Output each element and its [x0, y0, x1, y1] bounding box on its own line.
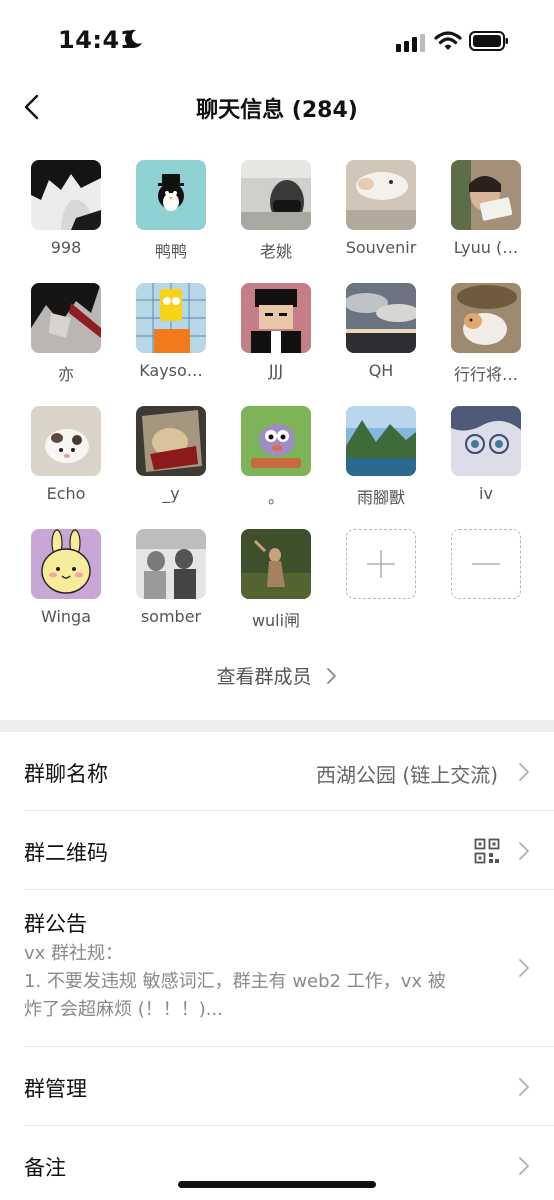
- group-notice-row[interactable]: 群公告 vx 群社规： 1. 不要发违规 敏感词汇，群主有 web2 工作，vx…: [0, 890, 554, 1046]
- avatar: [136, 529, 206, 599]
- chevron-right-icon: [519, 1157, 529, 1175]
- home-indicator: [178, 1181, 376, 1188]
- avatar: [241, 529, 311, 599]
- avatar: [241, 160, 311, 230]
- member-name: 行行将…: [453, 365, 518, 384]
- avatar: [451, 406, 521, 476]
- member-item[interactable]: 。: [234, 406, 318, 507]
- avatar: [346, 283, 416, 353]
- avatar: [346, 406, 416, 476]
- status-bar: 14:41: [0, 0, 554, 80]
- member-item[interactable]: wuli闸: [234, 529, 318, 630]
- avatar: [136, 160, 206, 230]
- view-members-label: 查看群成员: [216, 666, 312, 688]
- add-member-button[interactable]: [339, 529, 423, 629]
- group-notice-label: 群公告: [24, 912, 87, 936]
- chevron-right-icon: [519, 1078, 529, 1096]
- member-item[interactable]: iv: [444, 406, 528, 506]
- wifi-icon: [434, 31, 462, 50]
- member-name: Kayso…: [139, 361, 203, 380]
- group-name-value: 西湖公园 (链上交流): [316, 763, 498, 787]
- avatar: [241, 283, 311, 353]
- group-name-row[interactable]: 群聊名称 西湖公园 (链上交流): [0, 732, 554, 810]
- section-separator: [0, 720, 554, 732]
- member-item[interactable]: Kayso…: [129, 283, 213, 383]
- minus-icon: [472, 563, 500, 565]
- notice-line: 炸了会超麻烦 (！！！)...: [24, 999, 223, 1020]
- member-name: Lyuu (…: [453, 238, 519, 257]
- member-item[interactable]: 鸭鸭: [129, 160, 213, 261]
- avatar: [31, 406, 101, 476]
- member-name: 998: [50, 238, 82, 257]
- avatar: [136, 406, 206, 476]
- avatar: [31, 160, 101, 230]
- member-item[interactable]: Souvenir: [339, 160, 423, 260]
- chevron-right-icon: [519, 763, 529, 781]
- member-name: QH: [368, 361, 394, 380]
- chevron-right-icon: [519, 959, 529, 977]
- qr-code-icon: [474, 838, 500, 864]
- member-item[interactable]: 998: [24, 160, 108, 260]
- member-name: somber: [140, 607, 202, 626]
- member-item[interactable]: 行行将…: [444, 283, 528, 384]
- member-name: Echo: [46, 484, 86, 503]
- group-notice-content: vx 群社规： 1. 不要发违规 敏感词汇，群主有 web2 工作，vx 被 炸…: [24, 940, 494, 1024]
- qr-code-label: 群二维码: [24, 841, 108, 865]
- avatar: [241, 406, 311, 476]
- remark-label: 备注: [24, 1156, 66, 1180]
- member-name: Souvenir: [345, 238, 417, 257]
- notice-line: 1. 不要发违规 敏感词汇，群主有 web2 工作，vx 被: [24, 971, 446, 992]
- add-control[interactable]: [346, 529, 416, 599]
- member-name: 老姚: [259, 242, 292, 261]
- member-item[interactable]: JJJ: [234, 283, 318, 383]
- member-name: 亦: [57, 365, 74, 384]
- qr-code-row[interactable]: 群二维码: [0, 811, 554, 889]
- member-item[interactable]: 亦: [24, 283, 108, 384]
- member-name: Winga: [40, 607, 91, 626]
- group-manage-row[interactable]: 群管理: [0, 1047, 554, 1125]
- remark-row[interactable]: 备注: [0, 1126, 554, 1200]
- avatar: [31, 529, 101, 599]
- member-item[interactable]: 老姚: [234, 160, 318, 261]
- member-item[interactable]: Lyuu (…: [444, 160, 528, 260]
- member-name: wuli闸: [251, 611, 301, 630]
- avatar: [451, 283, 521, 353]
- member-item[interactable]: QH: [339, 283, 423, 383]
- member-item[interactable]: Echo: [24, 406, 108, 506]
- page-title: 聊天信息 (284): [196, 98, 358, 123]
- group-name-label: 群聊名称: [24, 762, 108, 786]
- member-name: _y: [162, 484, 180, 503]
- nav-bar: 聊天信息 (284): [0, 80, 554, 136]
- member-item[interactable]: _y: [129, 406, 213, 506]
- chevron-right-icon: [519, 842, 529, 860]
- member-name: iv: [479, 484, 493, 503]
- remove-control[interactable]: [451, 529, 521, 599]
- member-grid: 998 鸭鸭 老姚 Souvenir Lyuu (… 亦 Kayso… JJJ …: [0, 160, 554, 700]
- avatar: [31, 283, 101, 353]
- member-name: 雨腳獸: [356, 488, 405, 507]
- member-item[interactable]: Winga: [24, 529, 108, 629]
- member-name: 。: [267, 488, 284, 507]
- avatar: [451, 160, 521, 230]
- member-item[interactable]: 雨腳獸: [339, 406, 423, 507]
- remove-member-button[interactable]: [444, 529, 528, 629]
- plus-icon: [367, 550, 395, 578]
- notice-line: vx 群社规：: [24, 943, 124, 964]
- member-item[interactable]: somber: [129, 529, 213, 629]
- avatar: [346, 160, 416, 230]
- group-manage-label: 群管理: [24, 1077, 87, 1101]
- moon-icon: [125, 29, 142, 48]
- avatar: [136, 283, 206, 353]
- battery-icon: [469, 31, 508, 51]
- chevron-right-icon: [326, 668, 336, 684]
- member-name: 鸭鸭: [154, 242, 187, 261]
- view-members-link[interactable]: 查看群成员: [0, 662, 554, 689]
- member-name: JJJ: [268, 361, 284, 380]
- cellular-signal-icon: [396, 34, 425, 52]
